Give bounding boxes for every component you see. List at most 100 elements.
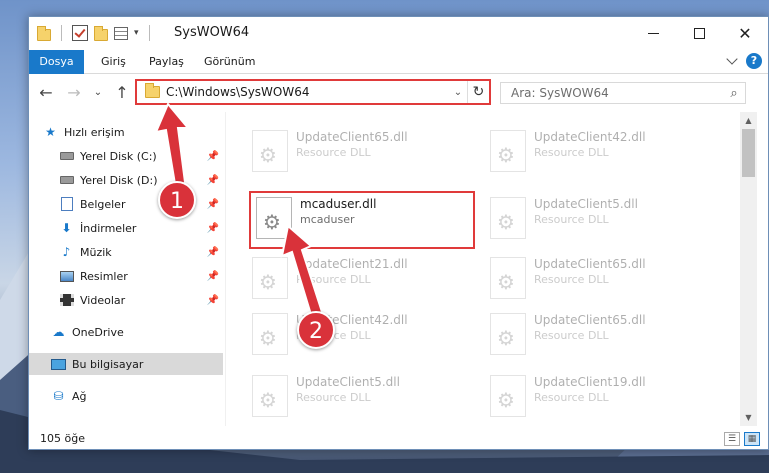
- file-item[interactable]: UpdateClient5.dll Resource DLL: [486, 193, 714, 243]
- refresh-icon[interactable]: ↻: [467, 81, 489, 103]
- disk-icon: [59, 149, 74, 163]
- videos-icon: [59, 293, 74, 307]
- file-description: Resource DLL: [534, 213, 609, 226]
- customize-toolbar-chevron-icon[interactable]: ▾: [134, 28, 139, 38]
- scroll-up-arrow-icon[interactable]: ▲: [740, 112, 757, 129]
- disk-icon: [59, 173, 74, 187]
- file-item[interactable]: UpdateClient5.dll Resource DLL: [248, 371, 476, 421]
- file-list: UpdateClient65.dll Resource DLL UpdateCli…: [226, 112, 743, 426]
- sidebar-item-label: Bu bilgisayar: [72, 357, 144, 371]
- file-name: UpdateClient19.dll: [534, 375, 646, 389]
- step-1-badge: 1: [158, 181, 196, 219]
- sidebar-item-label: Videolar: [80, 293, 126, 307]
- pin-icon[interactable]: 📌: [207, 199, 219, 210]
- list-icon[interactable]: [114, 26, 128, 40]
- search-box[interactable]: Ara: SysWOW64 ⌕: [500, 82, 746, 104]
- scroll-down-arrow-icon[interactable]: ▼: [740, 409, 757, 426]
- sidebar-item-this-pc[interactable]: Bu bilgisayar: [29, 353, 223, 375]
- sidebar-item-downloads[interactable]: ⬇ İndirmeler 📌: [29, 217, 223, 239]
- dll-file-icon: [490, 197, 526, 239]
- star-icon: ★: [45, 125, 56, 139]
- sidebar-item-label: Resimler: [80, 269, 128, 283]
- sidebar-item-local-disk-d[interactable]: Yerel Disk (D:) 📌: [29, 169, 223, 191]
- file-item[interactable]: UpdateClient21.dll Resource DLL: [248, 253, 476, 303]
- view-toggle: ☰ ▦: [724, 432, 760, 446]
- file-name: UpdateClient21.dll: [296, 257, 408, 271]
- help-icon[interactable]: ?: [746, 53, 762, 69]
- forward-button[interactable]: →: [65, 84, 83, 102]
- pin-icon[interactable]: 📌: [207, 223, 219, 234]
- item-count: 105 öğe: [40, 432, 85, 445]
- dll-file-icon: [252, 313, 288, 355]
- new-folder-icon[interactable]: [94, 25, 108, 41]
- sidebar-item-label: OneDrive: [72, 325, 124, 339]
- explorer-window: ▾ SysWOW64 ✕ Dosya Giriş Paylaş Görünüm …: [28, 16, 769, 450]
- pin-icon[interactable]: 📌: [207, 247, 219, 258]
- sidebar-item-onedrive[interactable]: ☁ OneDrive: [29, 321, 223, 343]
- ribbon-controls: ?: [726, 53, 762, 69]
- file-name: UpdateClient65.dll: [534, 313, 646, 327]
- tab-share[interactable]: Paylaş: [137, 50, 196, 74]
- sidebar-item-local-disk-c[interactable]: Yerel Disk (C:) 📌: [29, 145, 223, 167]
- tab-file[interactable]: Dosya: [29, 50, 84, 74]
- tiles-view-icon[interactable]: ▦: [744, 432, 760, 446]
- file-name: UpdateClient5.dll: [534, 197, 638, 211]
- file-item[interactable]: UpdateClient65.dll Resource DLL: [486, 309, 714, 359]
- title-bar: ▾ SysWOW64 ✕: [29, 17, 768, 50]
- tab-home[interactable]: Giriş: [89, 50, 138, 74]
- scrollbar-thumb[interactable]: [742, 129, 755, 177]
- pin-icon[interactable]: 📌: [207, 175, 219, 186]
- search-input[interactable]: Ara: SysWOW64: [511, 86, 723, 100]
- file-item[interactable]: UpdateClient65.dll Resource DLL: [486, 253, 714, 303]
- file-description: Resource DLL: [296, 146, 371, 159]
- expand-ribbon-chevron-icon[interactable]: [726, 53, 738, 65]
- folder-icon: [37, 25, 51, 41]
- vertical-scrollbar[interactable]: ▲ ▼: [740, 112, 757, 426]
- address-path[interactable]: C:\Windows\SysWOW64: [166, 85, 449, 99]
- sidebar-item-videos[interactable]: Videolar 📌: [29, 289, 223, 311]
- sidebar-item-quick-access[interactable]: ★ Hızlı erişim: [43, 121, 237, 143]
- sidebar-item-music[interactable]: ♪ Müzik 📌: [29, 241, 223, 263]
- file-item[interactable]: UpdateClient19.dll Resource DLL: [486, 371, 714, 421]
- file-description: Resource DLL: [296, 391, 371, 404]
- sidebar-item-network[interactable]: ⛁ Ağ: [29, 385, 223, 407]
- minimize-button[interactable]: [630, 17, 676, 50]
- sidebar-item-label: Müzik: [80, 245, 112, 259]
- maximize-button[interactable]: [676, 17, 722, 50]
- address-dropdown-icon[interactable]: ⌄: [449, 87, 467, 98]
- up-button[interactable]: ↑: [113, 84, 131, 102]
- details-view-icon[interactable]: ☰: [724, 432, 740, 446]
- search-icon[interactable]: ⌕: [723, 86, 745, 101]
- file-item[interactable]: UpdateClient42.dllResource DLL: [486, 126, 714, 176]
- file-description: Resource DLL: [534, 273, 609, 286]
- close-icon: ✕: [738, 24, 752, 43]
- quick-access-toolbar: ▾: [37, 25, 154, 41]
- file-name: UpdateClient65.dll: [534, 257, 646, 271]
- file-item[interactable]: UpdateClient42.dllResource DLL: [248, 309, 476, 359]
- sidebar-item-label: Belgeler: [80, 197, 126, 211]
- sidebar-item-label: Hızlı erişim: [64, 125, 125, 139]
- dll-file-icon: [252, 130, 288, 172]
- address-bar[interactable]: C:\Windows\SysWOW64 ⌄ ↻: [135, 79, 491, 105]
- back-button[interactable]: ←: [37, 84, 55, 102]
- onedrive-icon: ☁: [52, 325, 65, 339]
- dll-file-icon: [490, 375, 526, 417]
- properties-check-icon[interactable]: [72, 25, 88, 41]
- file-item[interactable]: UpdateClient65.dll Resource DLL: [248, 126, 476, 176]
- documents-icon: [59, 197, 74, 211]
- file-name: UpdateClient42.dll: [534, 130, 646, 144]
- sidebar-item-pictures[interactable]: Resimler 📌: [29, 265, 223, 287]
- highlight-box: [249, 191, 475, 249]
- maximize-icon: [693, 28, 705, 39]
- sidebar-item-label: Ağ: [72, 389, 87, 403]
- dll-file-icon: [252, 257, 288, 299]
- pin-icon[interactable]: 📌: [207, 271, 219, 282]
- close-button[interactable]: ✕: [722, 17, 768, 50]
- recent-locations-chevron-icon[interactable]: ⌄: [89, 84, 107, 102]
- toolbar-divider: [61, 25, 62, 41]
- tab-view[interactable]: Görünüm: [192, 50, 267, 74]
- pin-icon[interactable]: 📌: [207, 151, 219, 162]
- pin-icon[interactable]: 📌: [207, 295, 219, 306]
- dll-file-icon: [490, 130, 526, 172]
- file-description: Resource DLL: [534, 391, 609, 404]
